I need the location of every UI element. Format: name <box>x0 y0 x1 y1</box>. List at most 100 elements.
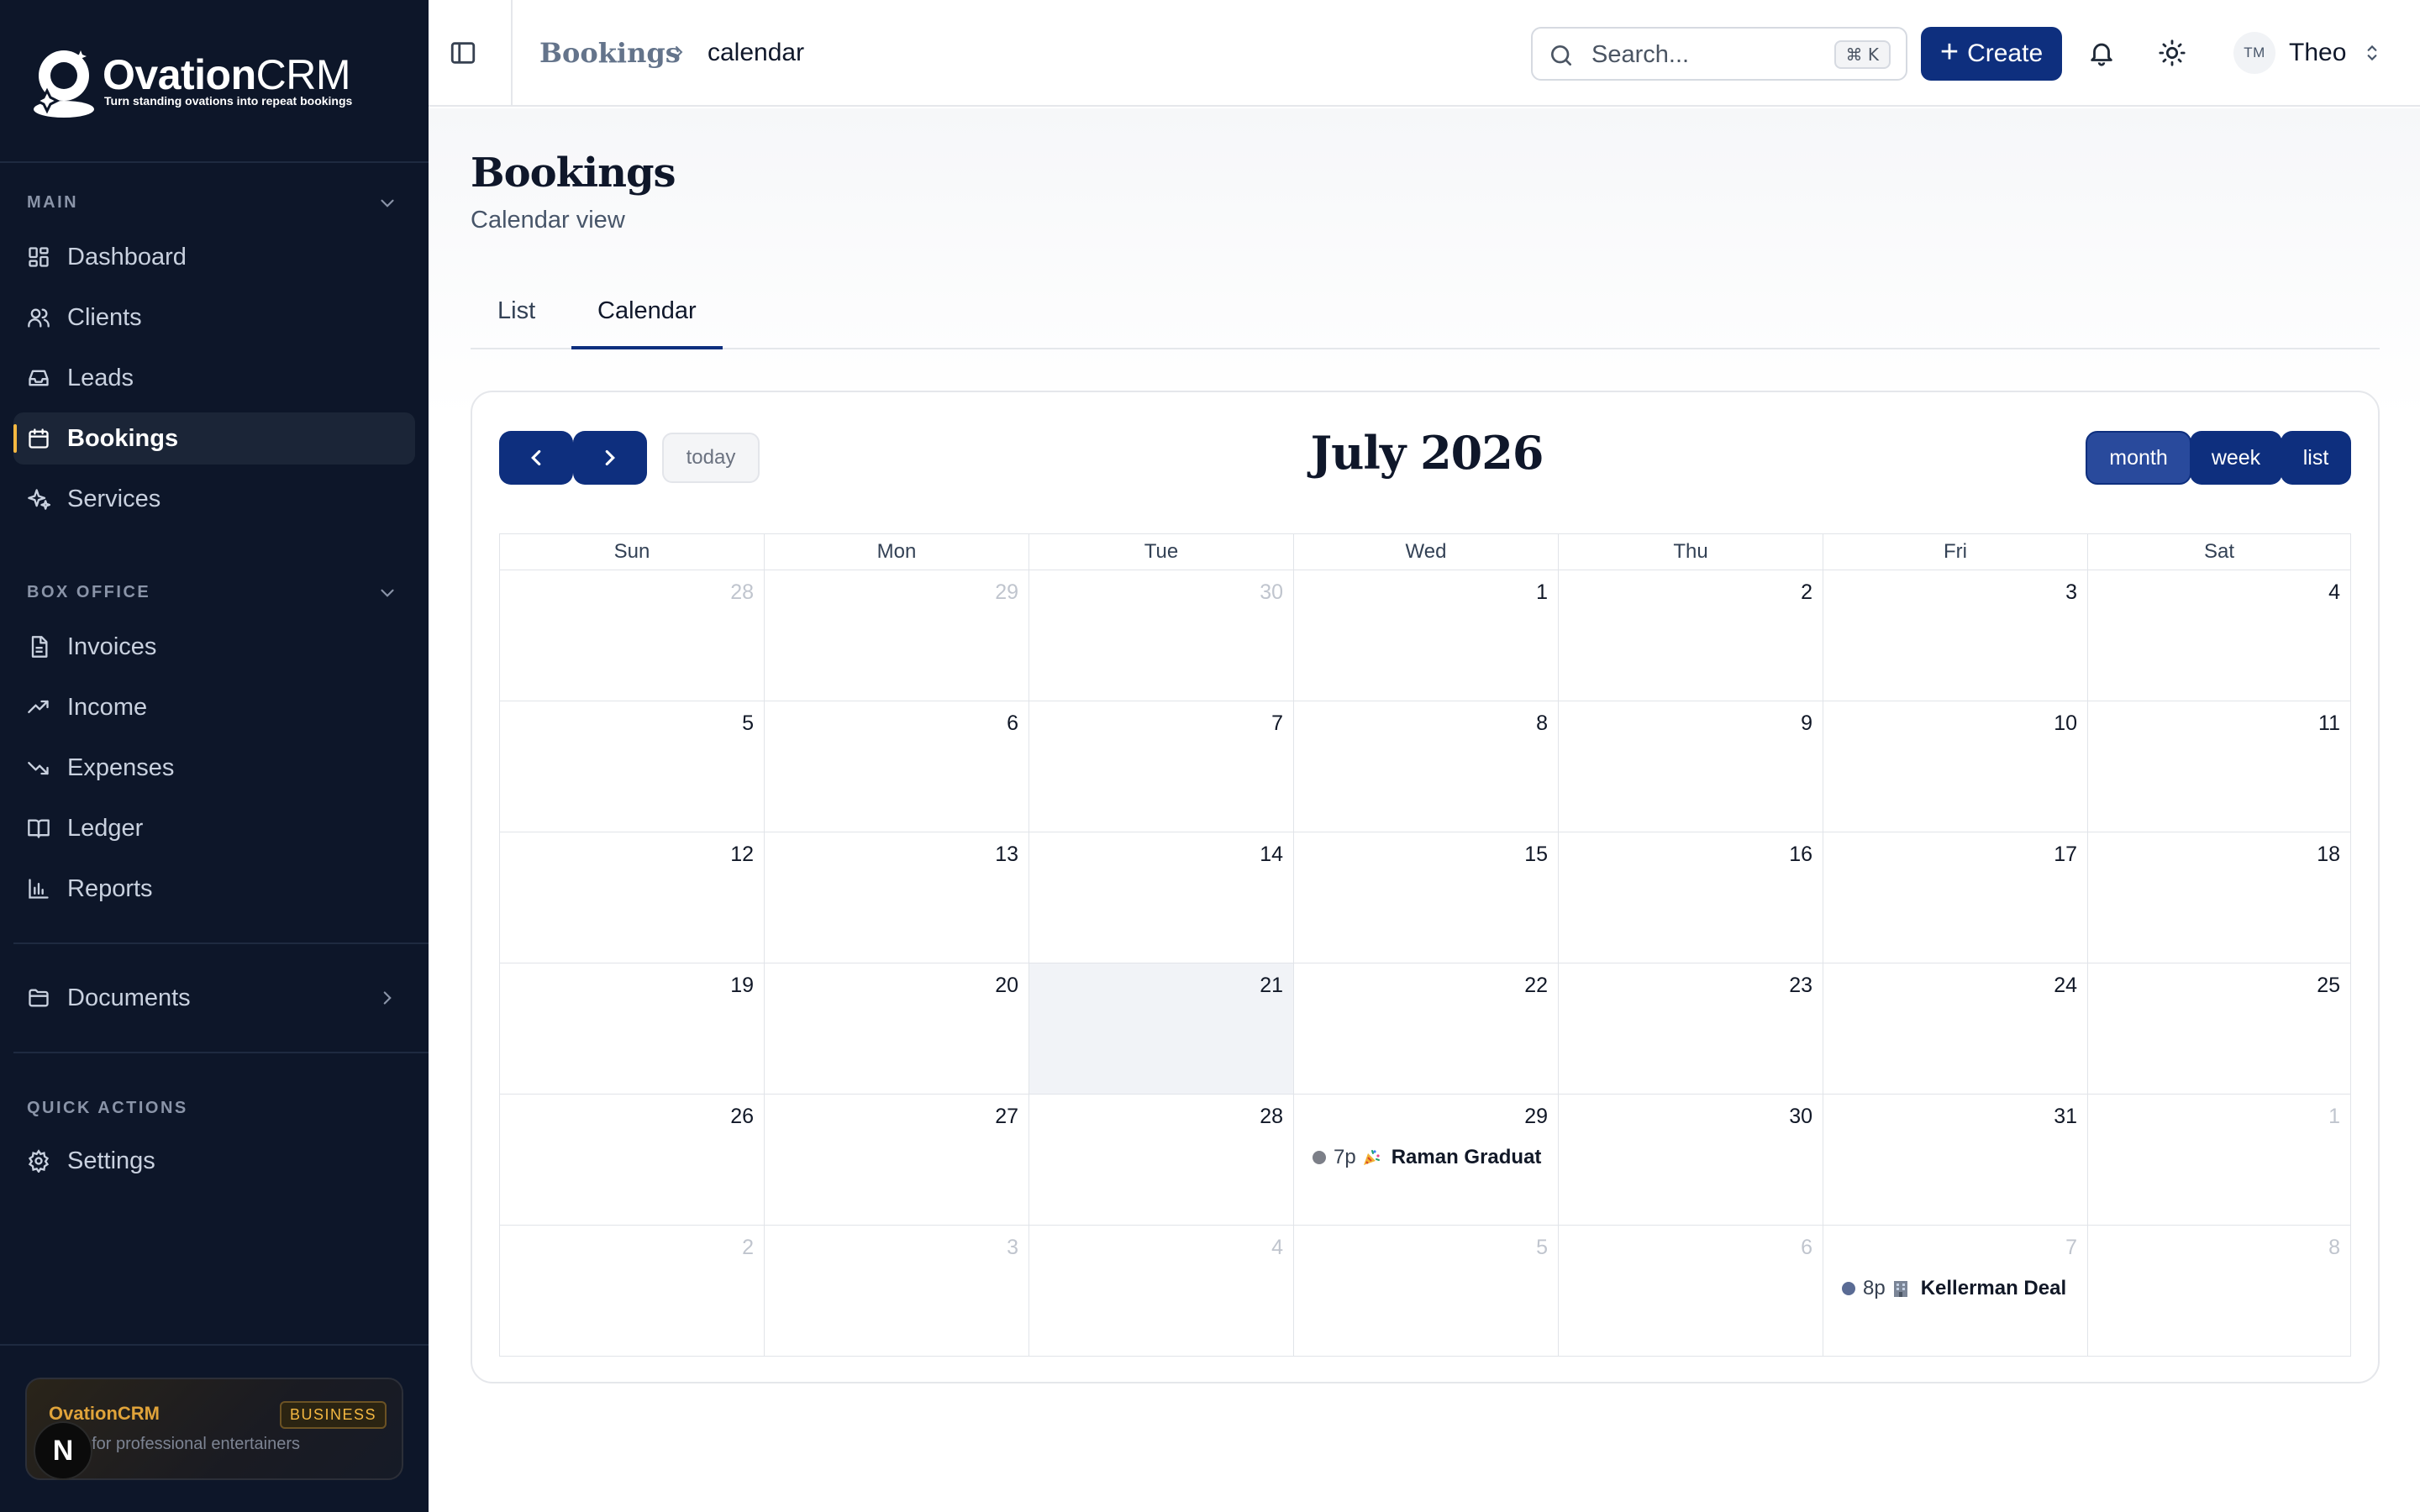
day-cell[interactable]: 29 7p Raman Graduat <box>1293 1095 1558 1226</box>
day-number[interactable]: 15 <box>1524 843 1548 867</box>
day-cell[interactable]: 2 <box>1558 570 1823 701</box>
day-cell[interactable]: 11 <box>2087 701 2351 832</box>
day-cell[interactable]: 7 8p Kellerman Deal <box>1823 1226 2087 1357</box>
brand-logo[interactable]: OvationCRM Turn standing ovations into r… <box>25 44 412 128</box>
day-cell[interactable]: 13 <box>764 832 1028 963</box>
day-cell[interactable]: 17 <box>1823 832 2087 963</box>
day-number[interactable]: 13 <box>995 843 1018 867</box>
day-number[interactable]: 28 <box>730 580 754 605</box>
breadcrumb-root[interactable]: Bookings <box>539 37 681 69</box>
day-number[interactable]: 30 <box>1260 580 1283 605</box>
chevron-down-icon[interactable] <box>376 582 398 604</box>
sidebar-item-clients[interactable]: Clients <box>13 291 415 344</box>
day-number[interactable]: 18 <box>2317 843 2340 867</box>
day-cell[interactable]: 8 <box>1293 701 1558 832</box>
day-number[interactable]: 2 <box>1801 580 1812 605</box>
day-cell[interactable]: 16 <box>1558 832 1823 963</box>
day-cell[interactable]: 18 <box>2087 832 2351 963</box>
calendar-event[interactable]: 7p Raman Graduat <box>1313 1145 1556 1170</box>
day-number[interactable]: 4 <box>2328 580 2340 605</box>
day-cell[interactable]: 3 <box>764 1226 1028 1357</box>
day-cell[interactable]: 6 <box>764 701 1028 832</box>
day-number[interactable]: 22 <box>1524 974 1548 998</box>
day-cell[interactable]: 28 <box>499 570 764 701</box>
day-cell[interactable]: 24 <box>1823 963 2087 1095</box>
day-cell[interactable]: 27 <box>764 1095 1028 1226</box>
day-cell[interactable]: 22 <box>1293 963 1558 1095</box>
day-cell[interactable]: 15 <box>1293 832 1558 963</box>
day-number[interactable]: 1 <box>1536 580 1548 605</box>
chevron-down-icon[interactable] <box>376 192 398 214</box>
day-cell[interactable]: 5 <box>499 701 764 832</box>
day-number[interactable]: 5 <box>742 711 754 736</box>
day-number[interactable]: 30 <box>1789 1105 1812 1129</box>
search-input[interactable]: Search... ⌘ K <box>1531 27 1907 81</box>
sidebar-item-expenses[interactable]: Expenses <box>13 742 415 794</box>
user-name[interactable]: Theo <box>2289 39 2346 67</box>
day-cell[interactable]: 5 <box>1293 1226 1558 1357</box>
tab-calendar[interactable]: Calendar <box>597 297 697 325</box>
day-number[interactable]: 31 <box>2054 1105 2077 1129</box>
sidebar-item-leads[interactable]: Leads <box>13 352 415 404</box>
sidebar-item-invoices[interactable]: Invoices <box>13 621 415 673</box>
avatar[interactable]: TM <box>2233 32 2275 74</box>
day-number[interactable]: 29 <box>1524 1105 1548 1129</box>
calendar-event[interactable]: 8p Kellerman Deal <box>1842 1276 2086 1301</box>
day-cell[interactable]: 26 <box>499 1095 764 1226</box>
sidebar-item-reports[interactable]: Reports <box>13 863 415 915</box>
dev-tools-badge[interactable]: N <box>34 1421 92 1480</box>
day-number[interactable]: 4 <box>1271 1236 1283 1260</box>
day-number[interactable]: 28 <box>1260 1105 1283 1129</box>
day-cell[interactable]: 12 <box>499 832 764 963</box>
sidebar-item-documents[interactable]: Documents <box>13 972 415 1024</box>
sun-icon[interactable] <box>2158 39 2186 67</box>
day-number[interactable]: 7 <box>2065 1236 2077 1260</box>
sidebar-item-bookings[interactable]: Bookings <box>13 412 415 465</box>
sidebar-item-settings[interactable]: Settings <box>13 1135 415 1187</box>
day-number[interactable]: 27 <box>995 1105 1018 1129</box>
day-number[interactable]: 20 <box>995 974 1018 998</box>
day-number[interactable]: 26 <box>730 1105 754 1129</box>
day-cell[interactable]: 19 <box>499 963 764 1095</box>
day-number[interactable]: 7 <box>1271 711 1283 736</box>
day-number[interactable]: 2 <box>742 1236 754 1260</box>
day-number[interactable]: 25 <box>2317 974 2340 998</box>
day-cell[interactable]: 23 <box>1558 963 1823 1095</box>
day-number[interactable]: 17 <box>2054 843 2077 867</box>
sidebar-item-ledger[interactable]: Ledger <box>13 802 415 854</box>
day-number[interactable]: 6 <box>1801 1236 1812 1260</box>
day-cell[interactable]: 9 <box>1558 701 1823 832</box>
day-cell[interactable]: 2 <box>499 1226 764 1357</box>
day-number[interactable]: 3 <box>1007 1236 1018 1260</box>
day-cell[interactable]: 31 <box>1823 1095 2087 1226</box>
chevrons-up-down-icon[interactable] <box>2361 42 2383 64</box>
day-cell[interactable]: 14 <box>1028 832 1293 963</box>
view-week-button[interactable]: week <box>2190 431 2282 485</box>
view-list-button[interactable]: list <box>2281 431 2351 485</box>
day-cell[interactable]: 30 <box>1558 1095 1823 1226</box>
day-number[interactable]: 12 <box>730 843 754 867</box>
day-number[interactable]: 3 <box>2065 580 2077 605</box>
day-cell[interactable]: 28 <box>1028 1095 1293 1226</box>
day-number[interactable]: 14 <box>1260 843 1283 867</box>
day-cell[interactable]: 6 <box>1558 1226 1823 1357</box>
day-cell[interactable]: 1 <box>2087 1095 2351 1226</box>
day-number[interactable]: 24 <box>2054 974 2077 998</box>
day-number[interactable]: 16 <box>1789 843 1812 867</box>
day-cell[interactable]: 4 <box>2087 570 2351 701</box>
day-number[interactable]: 8 <box>2328 1236 2340 1260</box>
create-button[interactable]: + Create <box>1921 27 2062 81</box>
day-cell[interactable]: 10 <box>1823 701 2087 832</box>
day-number[interactable]: 23 <box>1789 974 1812 998</box>
day-cell[interactable]: 1 <box>1293 570 1558 701</box>
day-number[interactable]: 5 <box>1536 1236 1548 1260</box>
day-cell[interactable]: 21 <box>1028 963 1293 1095</box>
day-cell[interactable]: 29 <box>764 570 1028 701</box>
day-number[interactable]: 11 <box>2318 711 2340 736</box>
bell-icon[interactable] <box>2087 39 2116 67</box>
sidebar-item-dashboard[interactable]: Dashboard <box>13 231 415 283</box>
day-cell[interactable]: 7 <box>1028 701 1293 832</box>
day-cell[interactable]: 3 <box>1823 570 2087 701</box>
day-number[interactable]: 29 <box>995 580 1018 605</box>
sidebar-item-income[interactable]: Income <box>13 681 415 733</box>
